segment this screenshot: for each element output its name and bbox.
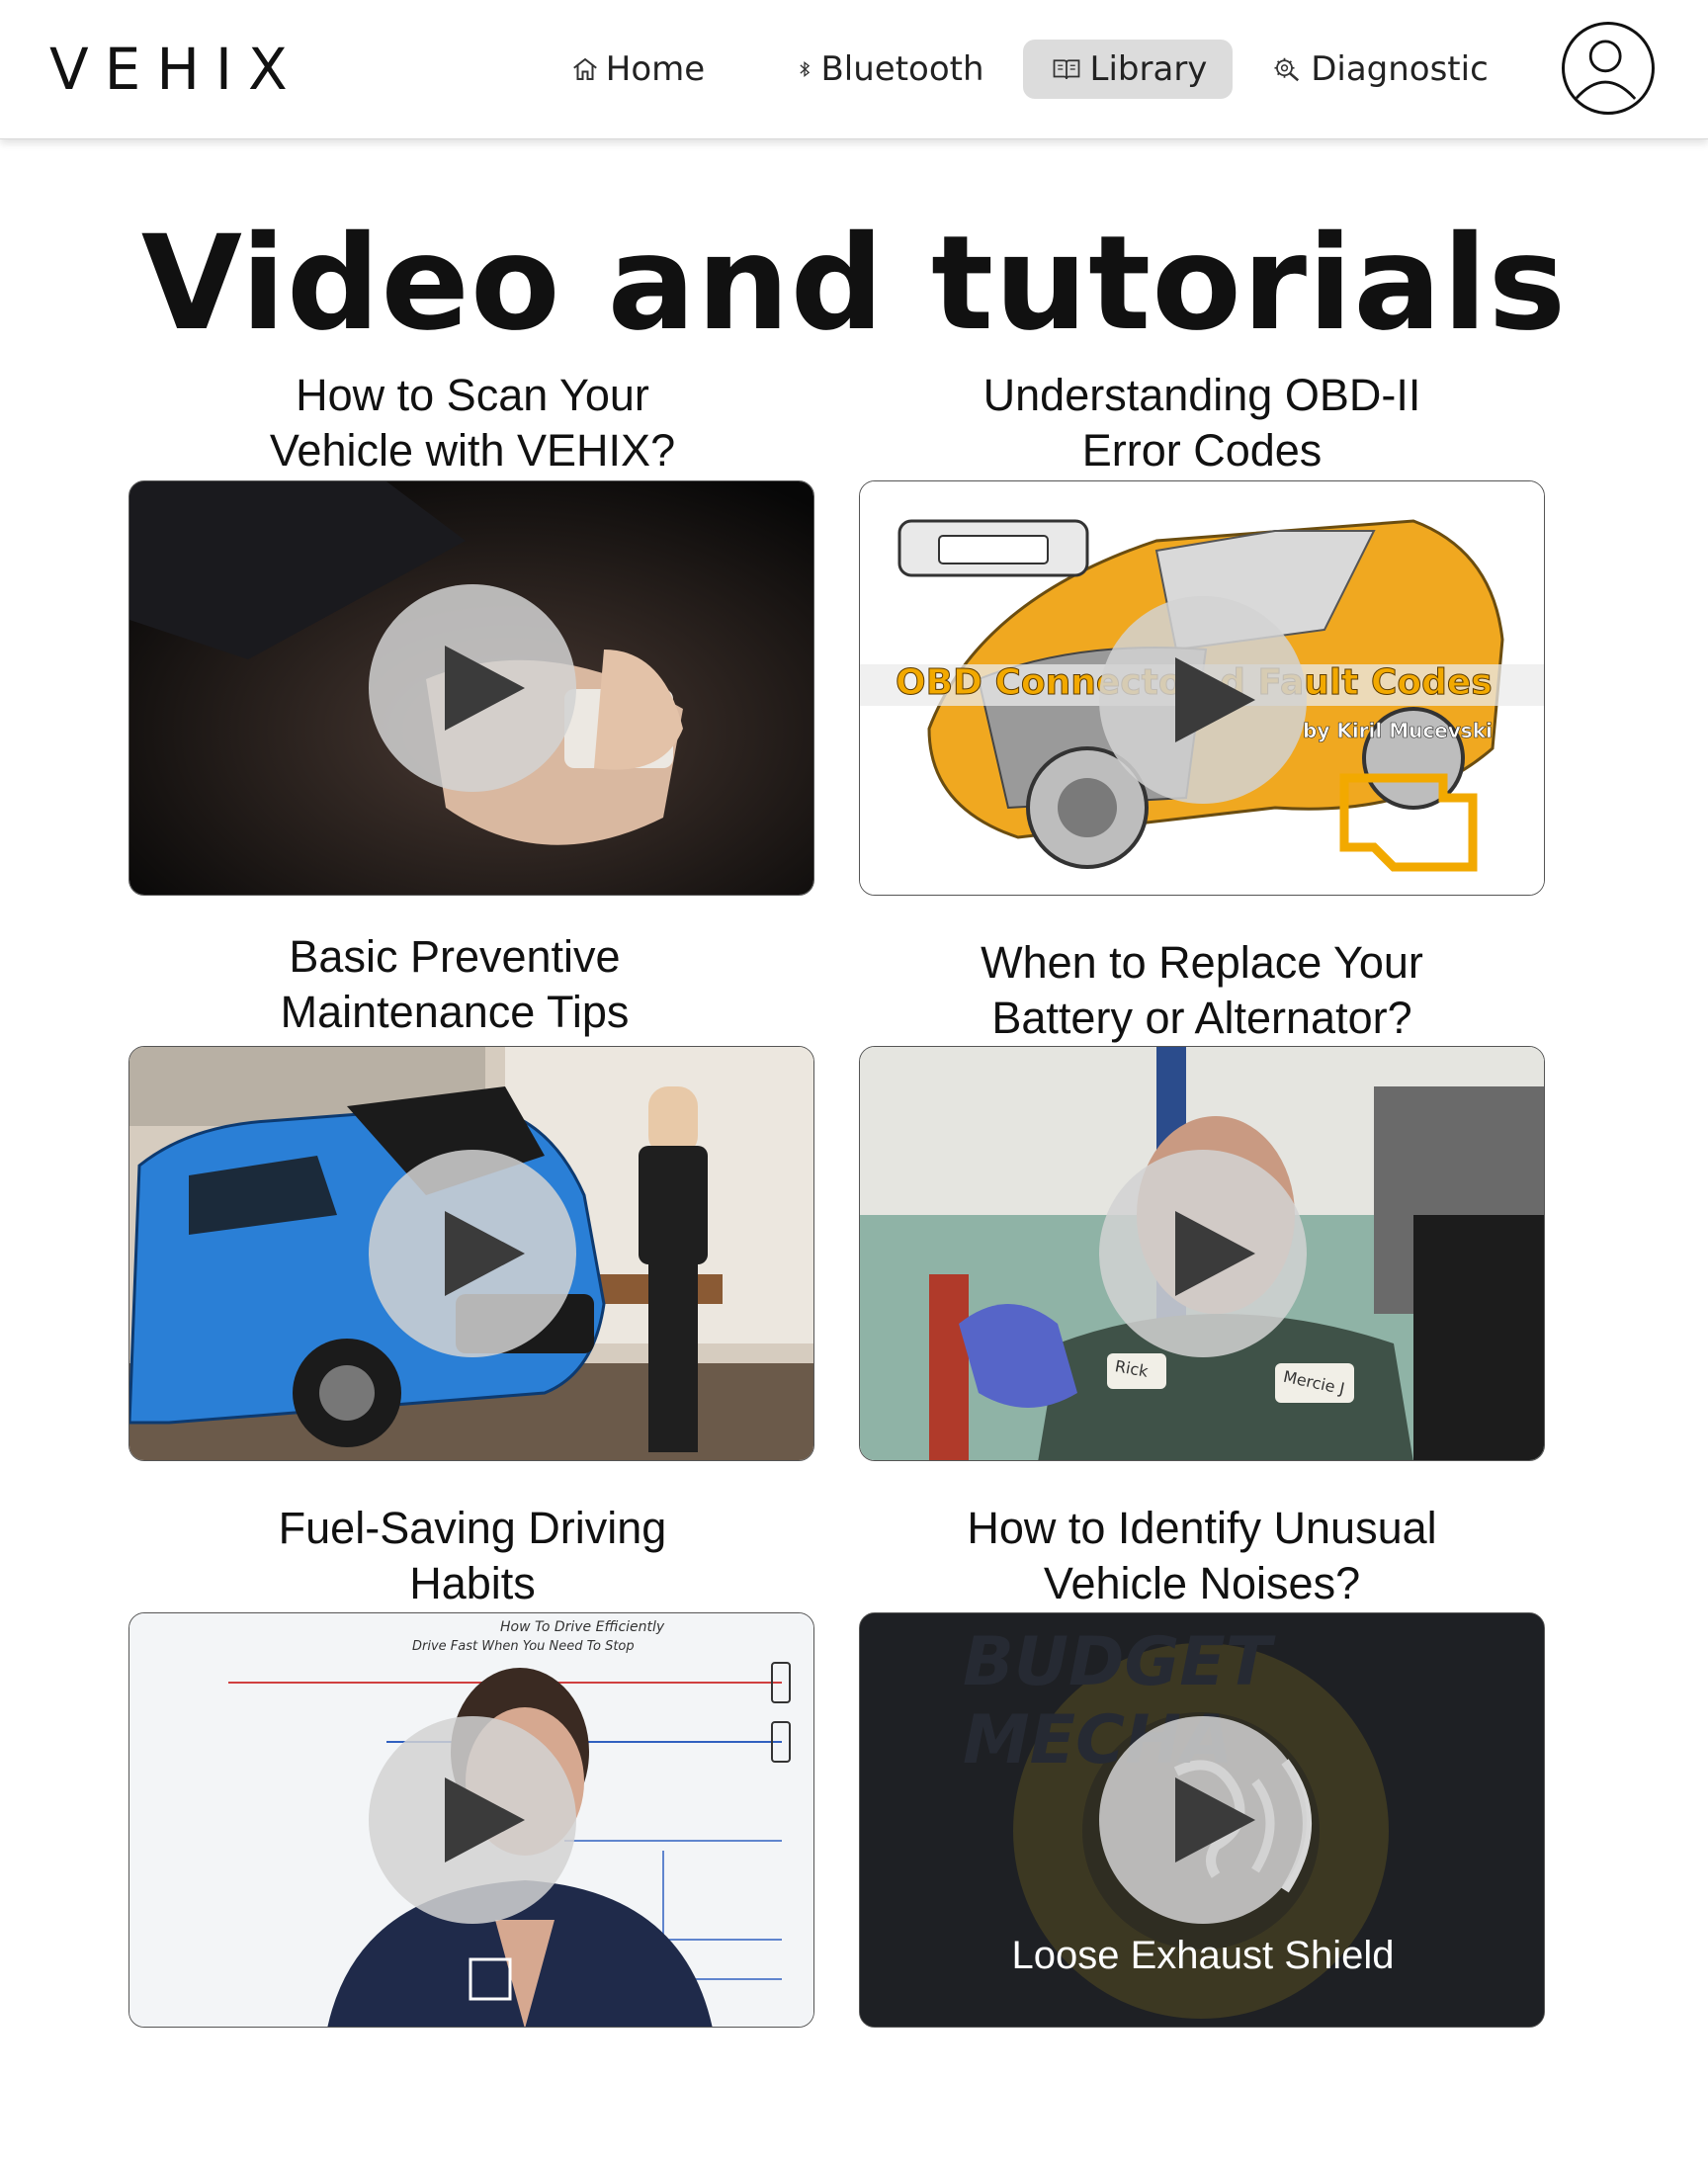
video-thumbnail-1[interactable]	[128, 480, 814, 896]
video-title-2: Understanding OBD-II Error Codes	[856, 368, 1548, 478]
nav-home[interactable]: Home	[563, 40, 712, 99]
play-button-6[interactable]	[1099, 1716, 1307, 1924]
play-icon	[445, 1211, 525, 1296]
video-caption: Loose Exhaust Shield	[1011, 1934, 1395, 1977]
play-button-2[interactable]	[1099, 596, 1307, 804]
video-thumbnail-2[interactable]: OBD Connecto d Fault Codes by Kiril Muce…	[859, 480, 1545, 896]
play-button-4[interactable]	[1099, 1150, 1307, 1357]
video-title-3-line1: Basic Preventive	[289, 931, 621, 982]
user-avatar-icon	[1575, 40, 1637, 100]
play-icon	[445, 1777, 525, 1863]
thumbnail-overlay-author: by Kiril Mucevski	[1303, 719, 1493, 743]
video-title-5: Fuel-Saving Driving Habits	[127, 1501, 818, 1611]
main-nav: Home Bluetooth Library Diagnostic	[563, 40, 1502, 99]
video-title-1: How to Scan Your Vehicle with VEHIX?	[127, 368, 818, 478]
video-title-1-line2: Vehicle with VEHIX?	[269, 425, 676, 476]
nav-diagnostic[interactable]: Diagnostic	[1265, 40, 1493, 99]
video-title-3-line2: Maintenance Tips	[280, 987, 630, 1037]
top-navigation-bar: VEHIX Home Bluetooth Library Diagnostic	[0, 0, 1708, 139]
video-title-5-line2: Habits	[409, 1558, 536, 1608]
nav-home-label: Home	[605, 49, 706, 89]
play-button-3[interactable]	[369, 1150, 576, 1357]
video-thumbnail-6[interactable]: BUDGET MECHA Loose Exhaust Shield	[859, 1612, 1545, 2028]
video-title-4: When to Replace Your Battery or Alternat…	[856, 935, 1548, 1046]
whiteboard-point: Drive Fast When You Need To Stop	[412, 1639, 635, 1654]
nav-diagnostic-label: Diagnostic	[1311, 49, 1489, 89]
video-title-5-line1: Fuel-Saving Driving	[278, 1503, 667, 1553]
vehix-logo[interactable]: VEHIX	[49, 36, 303, 103]
play-icon	[1175, 1211, 1255, 1296]
video-title-6: How to Identify Unusual Vehicle Noises?	[856, 1501, 1548, 1611]
bluetooth-icon	[800, 60, 811, 78]
engine-gear-icon	[1274, 57, 1300, 82]
video-title-6-line2: Vehicle Noises?	[1043, 1558, 1361, 1608]
video-thumbnail-5[interactable]: How To Drive Efficiently Drive Fast When…	[128, 1612, 814, 2028]
nav-bluetooth-label: Bluetooth	[820, 49, 984, 89]
home-icon	[572, 57, 597, 80]
page-title: Video and tutorials	[140, 208, 1568, 360]
video-title-4-line1: When to Replace Your	[981, 937, 1423, 988]
video-thumbnail-4[interactable]: Rick Mercie J	[859, 1046, 1545, 1461]
video-title-1-line1: How to Scan Your	[296, 370, 649, 420]
user-avatar-button[interactable]	[1562, 22, 1655, 115]
play-icon	[445, 646, 525, 731]
book-icon	[1053, 59, 1079, 80]
whiteboard-title: How To Drive Efficiently	[500, 1619, 665, 1635]
nav-bluetooth[interactable]: Bluetooth	[791, 40, 988, 99]
play-icon	[1175, 1777, 1255, 1863]
play-button-5[interactable]	[369, 1716, 576, 1924]
play-icon	[1175, 657, 1255, 742]
nav-library[interactable]: Library	[1023, 40, 1233, 99]
video-title-2-line1: Understanding OBD-II	[982, 370, 1421, 420]
video-title-6-line1: How to Identify Unusual	[967, 1503, 1437, 1553]
video-title-3: Basic Preventive Maintenance Tips	[109, 929, 801, 1040]
video-title-4-line2: Battery or Alternator?	[991, 993, 1412, 1043]
video-title-2-line2: Error Codes	[1081, 425, 1323, 476]
nav-library-label: Library	[1089, 49, 1208, 89]
play-button-1[interactable]	[369, 584, 576, 792]
video-thumbnail-3[interactable]	[128, 1046, 814, 1461]
